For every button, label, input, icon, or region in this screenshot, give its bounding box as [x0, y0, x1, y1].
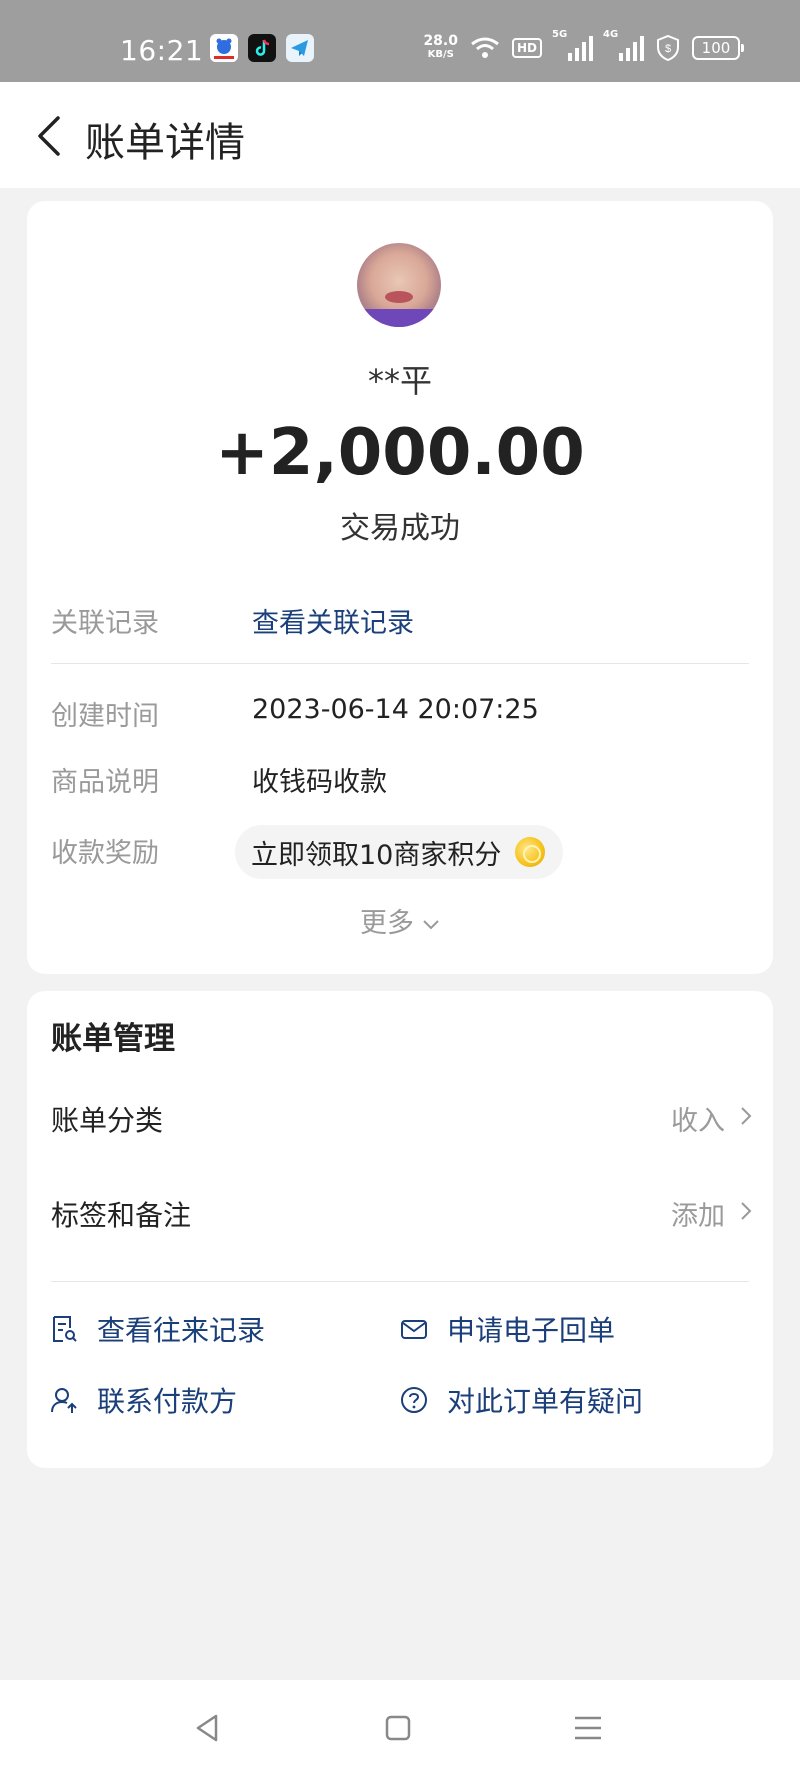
- product-desc-value: 收钱码收款: [252, 767, 387, 798]
- menu-icon: [575, 1716, 601, 1740]
- section-title: 账单管理: [51, 1021, 175, 1057]
- order-question-button[interactable]: 对此订单有疑问: [399, 1378, 643, 1422]
- tags-notes-row[interactable]: 标签和备注 添加: [27, 1176, 773, 1246]
- shield-icon: $: [657, 34, 679, 62]
- contact-person-icon: [51, 1388, 77, 1413]
- signal-4g-icon: 4G: [603, 29, 644, 61]
- coin-icon: [515, 837, 546, 867]
- chevron-down-icon: [423, 919, 439, 929]
- bill-category-value: 收入: [671, 1106, 725, 1137]
- svg-text:$: $: [665, 43, 671, 55]
- divider: [51, 1281, 749, 1282]
- chevron-right-icon: [741, 1107, 752, 1125]
- view-history-label: 查看往来记录: [97, 1314, 266, 1347]
- bill-management-card: 账单管理 账单分类 收入 标签和备注 添加 查看往来记录 申请电子回单 联系付款…: [27, 991, 773, 1468]
- order-question-label: 对此订单有疑问: [447, 1385, 644, 1418]
- hd-icon: HD: [511, 38, 542, 58]
- bill-category-label: 账单分类: [51, 1104, 164, 1137]
- chevron-left-icon: [38, 116, 60, 156]
- telegram-app-icon: [286, 34, 314, 62]
- payer-avatar[interactable]: [357, 243, 441, 327]
- system-nav-bar: [0, 1680, 800, 1778]
- transaction-amount: +2,000.00: [215, 416, 585, 490]
- tiktok-app-icon: [248, 34, 276, 62]
- chevron-right-icon: [741, 1202, 752, 1220]
- help-icon: [401, 1387, 427, 1413]
- nav-back-button[interactable]: [186, 1706, 230, 1750]
- view-history-button[interactable]: 查看往来记录: [49, 1307, 265, 1351]
- reward-label: 收款奖励: [51, 838, 159, 869]
- tags-notes-value: 添加: [671, 1201, 725, 1232]
- bill-category-row[interactable]: 账单分类 收入: [27, 1081, 773, 1151]
- more-button[interactable]: 更多: [27, 901, 773, 940]
- divider: [51, 663, 749, 664]
- transaction-status: 交易成功: [340, 511, 460, 546]
- more-label: 更多: [360, 908, 414, 939]
- back-button[interactable]: [24, 108, 80, 164]
- tags-notes-label: 标签和备注: [51, 1199, 192, 1232]
- square-home-icon: [385, 1715, 411, 1741]
- claim-points-label: 立即领取10商家积分: [251, 839, 502, 871]
- signal-5g-icon: 5G: [552, 29, 593, 61]
- created-time-value: 2023-06-14 20:07:25: [252, 694, 539, 725]
- payer-name: **平: [367, 362, 432, 400]
- record-search-icon: [53, 1316, 77, 1342]
- contact-payer-button[interactable]: 联系付款方: [49, 1378, 237, 1422]
- page-title: 账单详情: [85, 120, 245, 166]
- baidu-app-icon: [210, 34, 238, 62]
- status-bar: 16:21 28.0 KB/S HD 5G 4G $ 100: [0, 0, 800, 82]
- nav-menu-button[interactable]: [566, 1706, 610, 1750]
- created-time-label: 创建时间: [51, 701, 159, 732]
- transaction-card: **平 +2,000.00 交易成功 关联记录 查看关联记录 创建时间 2023…: [27, 201, 773, 974]
- status-time: 16:21: [120, 34, 204, 67]
- related-records-link[interactable]: 查看关联记录: [252, 601, 414, 640]
- battery-icon: 100: [692, 36, 744, 60]
- app-header: 账单详情: [0, 82, 800, 188]
- e-receipt-button[interactable]: 申请电子回单: [399, 1307, 615, 1351]
- product-desc-label: 商品说明: [51, 767, 159, 798]
- mail-icon: [401, 1320, 427, 1339]
- related-records-label: 关联记录: [51, 608, 159, 639]
- nav-home-button[interactable]: [376, 1706, 420, 1750]
- claim-points-button[interactable]: 立即领取10商家积分: [235, 825, 564, 879]
- contact-payer-label: 联系付款方: [97, 1385, 238, 1418]
- e-receipt-label: 申请电子回单: [447, 1314, 616, 1347]
- net-speed: 28.0 KB/S: [423, 33, 458, 60]
- wifi-icon: [471, 37, 499, 58]
- triangle-back-icon: [196, 1714, 218, 1742]
